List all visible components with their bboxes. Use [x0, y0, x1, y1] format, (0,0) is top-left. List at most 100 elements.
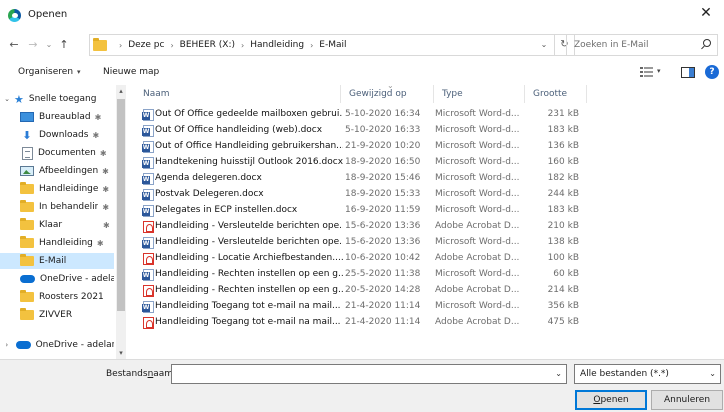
column-header-label: Grootte	[533, 89, 568, 99]
column-header-type[interactable]: Type	[434, 85, 525, 103]
file-row[interactable]: Handleiding - Rechten instellen op een g…	[135, 283, 587, 299]
word-file-icon	[142, 125, 154, 137]
nav-item-documents[interactable]: Documenten ✱	[0, 145, 114, 161]
word-file-icon	[142, 109, 154, 121]
nav-item-pictures[interactable]: Afbeeldingen ✱	[0, 163, 114, 179]
file-row[interactable]: Handleiding - Versleutelde berichten ope…	[135, 235, 587, 251]
desktop-icon	[20, 112, 34, 122]
file-name: Out of Office Handleiding gebruikershan.…	[155, 141, 343, 151]
folder-icon	[20, 308, 34, 320]
close-icon[interactable]: ✕	[696, 3, 716, 23]
word-file-icon	[142, 237, 154, 249]
help-icon[interactable]: ?	[705, 65, 719, 79]
file-row[interactable]: Out of Office Handleiding gebruikershan.…	[135, 139, 587, 155]
nav-item-desktop[interactable]: Bureaublad ✱	[0, 109, 114, 125]
pin-icon: ✱	[102, 184, 110, 194]
file-row[interactable]: Postvak Delegeren.docx 18-9-2020 15:33 Mic…	[135, 187, 587, 203]
file-row[interactable]: Handleiding Toegang tot e-mail na mail..…	[135, 299, 587, 315]
column-header-size[interactable]: Grootte	[525, 85, 587, 103]
search-input[interactable]: Zoeken in E-Mail	[566, 34, 718, 56]
organize-button[interactable]: Organiseren ▾	[18, 67, 81, 77]
file-row[interactable]: Out Of Office gedeelde mailboxen gebrui.…	[135, 107, 587, 123]
file-row[interactable]: Out Of Office handleiding (web).docx 5-10…	[135, 123, 587, 139]
file-row[interactable]: Handleiding - Rechten instellen op een g…	[135, 267, 587, 283]
recent-locations-chevron-icon[interactable]: ⌄	[42, 37, 56, 53]
search-icon[interactable]	[703, 39, 711, 47]
filename-input[interactable]	[172, 365, 542, 383]
breadcrumb-separator[interactable]: ›	[170, 41, 173, 50]
search-placeholder: Zoeken in E-Mail	[574, 40, 649, 50]
breadcrumb-item-e-mail[interactable]: E-Mail	[319, 40, 346, 50]
filename-field[interactable]: ⌄	[171, 364, 567, 384]
nav-item-in-behandeling[interactable]: In behandelir ✱	[0, 199, 114, 215]
nav-item-onedrive-adela[interactable]: OneDrive - adela	[0, 271, 114, 287]
nav-item-label: Roosters 2021	[39, 292, 104, 302]
download-icon: ⬇	[22, 128, 32, 142]
up-arrow-icon[interactable]: ↑	[57, 37, 71, 53]
file-name: Handleiding Toegang tot e-mail na mail..…	[155, 317, 341, 327]
pin-icon: ✱	[103, 220, 110, 230]
address-row: ← → ⌄ ↑ › Deze pc › BEHEER (X:) › Handle…	[0, 34, 724, 58]
file-row[interactable]: Handleiding - Versleutelde berichten ope…	[135, 219, 587, 235]
column-header-name[interactable]: Naam	[135, 85, 341, 103]
folder-icon	[20, 200, 34, 212]
file-list: Naam ⌄ Gewijzigd op Type Grootte Out Of …	[135, 81, 724, 359]
expand-chevron-icon[interactable]: ⌄	[2, 95, 12, 103]
breadcrumb-separator[interactable]: ›	[310, 41, 313, 50]
new-folder-button[interactable]: Nieuwe map	[103, 67, 159, 77]
open-button[interactable]: Openen	[575, 390, 647, 410]
pin-icon: ✱	[102, 166, 109, 176]
address-bar[interactable]: › Deze pc › BEHEER (X:) › Handleiding › …	[89, 34, 555, 56]
file-size: 183 kB	[547, 205, 579, 215]
file-type: Microsoft Word-d...	[435, 157, 520, 167]
breadcrumb-separator[interactable]: ›	[241, 41, 244, 50]
breadcrumb-item-deze-pc[interactable]: Deze pc	[128, 40, 164, 50]
file-name: Handleiding - Rechten instellen op een g…	[155, 269, 343, 279]
file-size: 60 kB	[553, 269, 579, 279]
view-options-icon[interactable]	[640, 66, 654, 78]
file-type-filter-select[interactable]: Alle bestanden (*.*) ⌄	[574, 364, 721, 384]
nav-item-e-mail[interactable]: E-Mail	[0, 253, 114, 269]
file-row[interactable]: Handleiding - Locatie Archiefbestanden..…	[135, 251, 587, 267]
file-row[interactable]: Handleiding Toegang tot e-mail na mail..…	[135, 315, 587, 331]
scroll-up-arrow-icon[interactable]: ▴	[116, 85, 126, 97]
nav-item-handleidingen[interactable]: Handleidinge ✱	[0, 181, 114, 197]
nav-item-quick-access[interactable]: ⌄ ★ Snelle toegang	[0, 91, 114, 107]
breadcrumb-item-handleiding[interactable]: Handleiding	[250, 40, 304, 50]
word-file-icon	[142, 173, 154, 185]
file-row[interactable]: Delegates in ECP instellen.docx 16-9-2020…	[135, 203, 587, 219]
filter-dropdown-chevron-icon[interactable]: ⌄	[709, 365, 716, 383]
nav-item-roosters-2021[interactable]: Roosters 2021	[0, 289, 114, 305]
file-date: 21-4-2020 11:14	[345, 301, 421, 311]
filename-dropdown-chevron-icon[interactable]: ⌄	[555, 369, 562, 378]
navigation-scrollbar[interactable]: ▴ ▾	[116, 85, 126, 359]
file-size: 210 kB	[547, 221, 579, 231]
column-header-date[interactable]: ⌄ Gewijzigd op	[341, 81, 434, 103]
expand-chevron-icon[interactable]: ›	[2, 341, 12, 349]
file-date: 15-6-2020 13:36	[345, 237, 421, 247]
file-row[interactable]: Handtekening huisstijl Outlook 2016.docx…	[135, 155, 587, 171]
file-row[interactable]: Agenda delegeren.docx 18-9-2020 15:46 Micr…	[135, 171, 587, 187]
file-size: 475 kB	[547, 317, 579, 327]
file-type: Microsoft Word-d...	[435, 109, 520, 119]
scroll-down-arrow-icon[interactable]: ▾	[116, 347, 126, 359]
cancel-button[interactable]: Annuleren	[651, 390, 723, 410]
onedrive-icon	[20, 275, 35, 283]
file-name: Out Of Office handleiding (web).docx	[155, 125, 323, 135]
preview-pane-icon[interactable]	[681, 67, 695, 78]
pdf-file-icon	[143, 221, 154, 233]
nav-item-handleiding[interactable]: Handleiding ✱	[0, 235, 114, 251]
view-chevron-down-icon[interactable]: ▾	[657, 67, 661, 75]
nav-item-downloads[interactable]: ⬇ Downloads ✱	[0, 127, 114, 143]
forward-arrow-icon[interactable]: →	[26, 37, 40, 53]
breadcrumb-item-beheer[interactable]: BEHEER (X:)	[180, 40, 235, 50]
nav-item-zivver[interactable]: ZIVVER	[0, 307, 114, 323]
file-type: Adobe Acrobat D...	[435, 285, 520, 295]
address-dropdown-chevron-icon[interactable]: ⌄	[534, 34, 554, 56]
pin-icon: ✱	[99, 148, 107, 158]
nav-item-klaar[interactable]: Klaar ✱	[0, 217, 114, 233]
pdf-file-icon	[143, 317, 154, 329]
scrollbar-thumb[interactable]	[117, 99, 125, 311]
nav-item-onedrive-adelante[interactable]: › OneDrive - adelan	[0, 337, 114, 353]
back-arrow-icon[interactable]: ←	[7, 37, 21, 53]
